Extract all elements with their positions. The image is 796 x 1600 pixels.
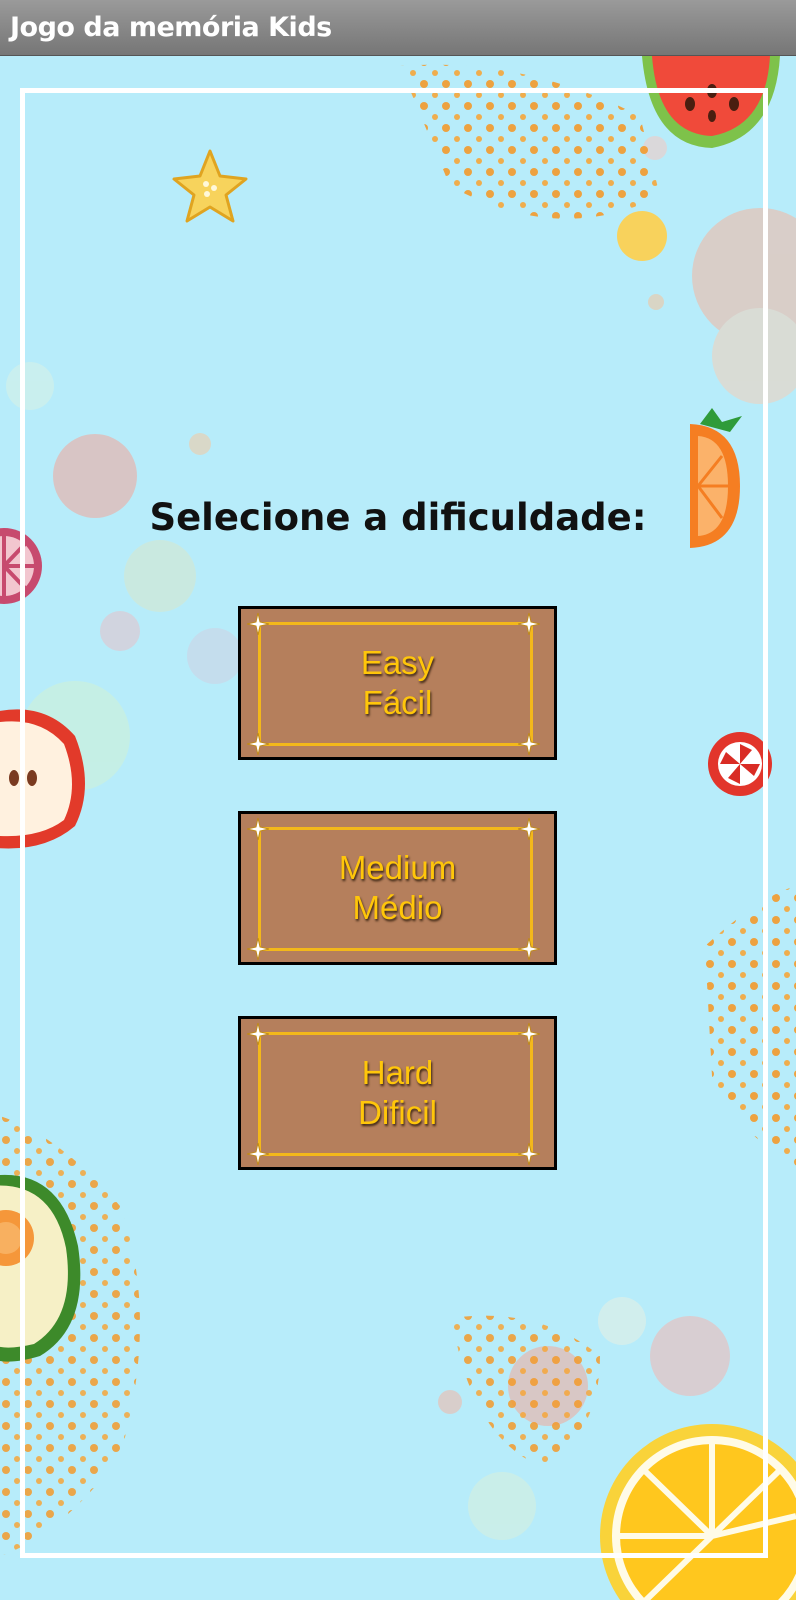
- hard-label: Hard Dificil: [241, 1053, 554, 1133]
- sparkle-icon: [518, 818, 540, 840]
- medium-label-pt: Médio: [352, 889, 443, 926]
- sparkle-icon: [247, 938, 269, 960]
- hard-label-en: Hard: [361, 1054, 434, 1091]
- sparkle-icon: [518, 1143, 540, 1165]
- medium-label: Medium Médio: [241, 848, 554, 928]
- sparkle-icon: [247, 1143, 269, 1165]
- page-title: Selecione a dificuldade:: [149, 496, 647, 539]
- sparkle-icon: [247, 733, 269, 755]
- sparkle-icon: [518, 1023, 540, 1045]
- title-bar: Jogo da memória Kids: [0, 0, 796, 56]
- game-screen: Selecione a dificuldade: Easy Fácil Medi…: [0, 56, 796, 1600]
- app-title: Jogo da memória Kids: [10, 12, 332, 43]
- hard-label-pt: Dificil: [358, 1094, 437, 1131]
- medium-label-en: Medium: [338, 849, 457, 886]
- sparkle-icon: [518, 613, 540, 635]
- easy-label: Easy Fácil: [241, 643, 554, 723]
- medium-button[interactable]: Medium Médio: [238, 811, 557, 965]
- sparkle-icon: [247, 818, 269, 840]
- easy-label-pt: Fácil: [362, 684, 433, 721]
- sparkle-icon: [247, 1023, 269, 1045]
- easy-label-en: Easy: [360, 644, 435, 681]
- sparkle-icon: [518, 938, 540, 960]
- sparkle-icon: [247, 613, 269, 635]
- sparkle-icon: [518, 733, 540, 755]
- easy-button[interactable]: Easy Fácil: [238, 606, 557, 760]
- hard-button[interactable]: Hard Dificil: [238, 1016, 557, 1170]
